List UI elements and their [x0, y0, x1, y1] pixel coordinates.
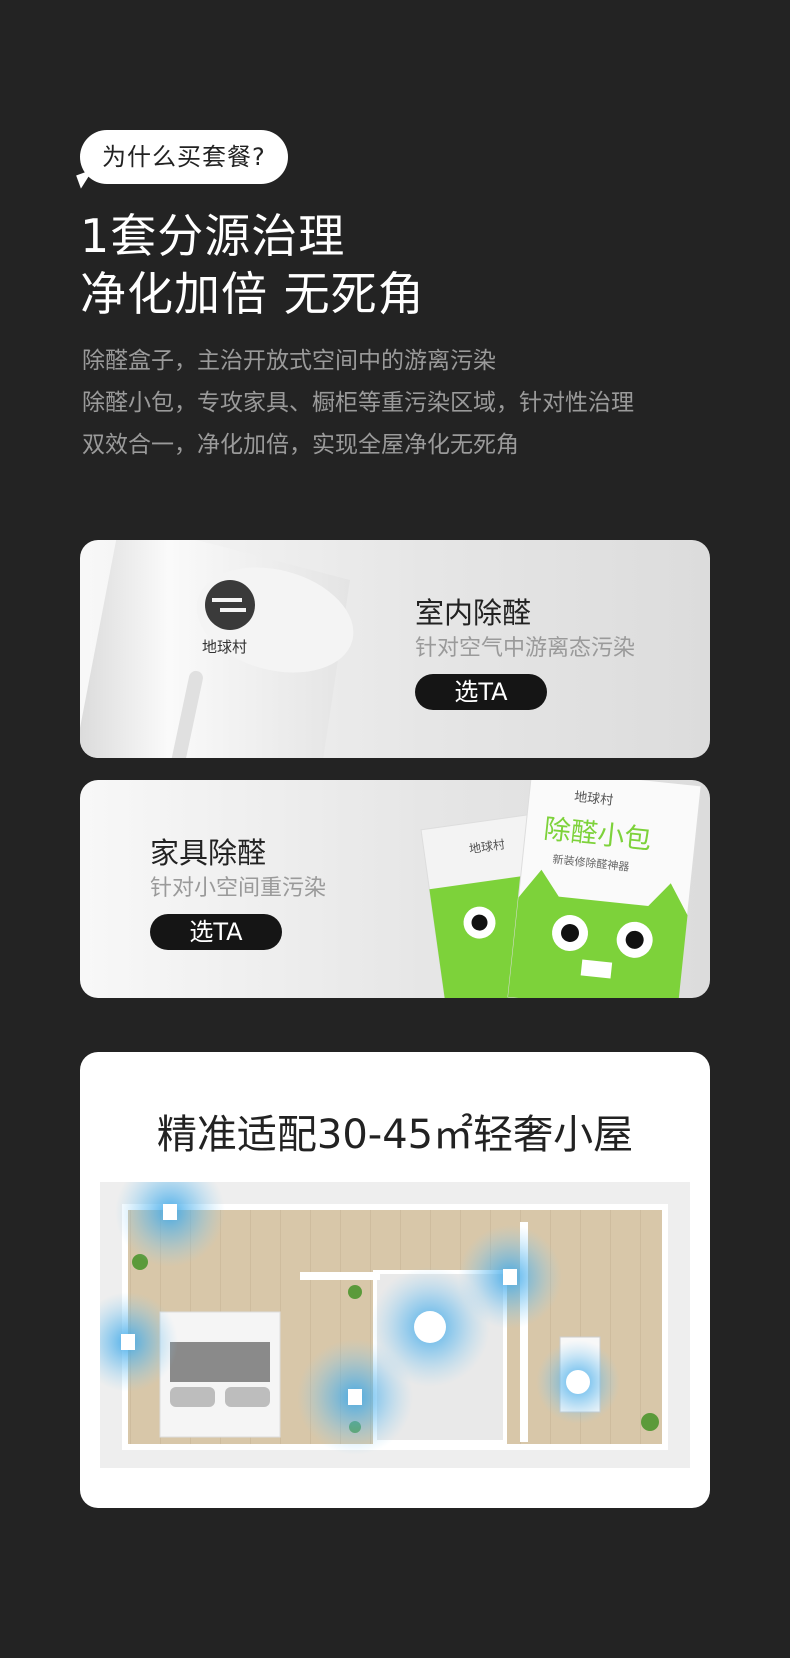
card-subtitle-indoor: 针对空气中游离态污染: [415, 636, 636, 661]
earth-logo-icon: [205, 580, 255, 630]
question-text: 为什么买套餐?: [102, 143, 266, 171]
headline-line1: 1套分源治理: [80, 209, 346, 263]
product-card-box[interactable]: 地球村 室内除醛 针对空气中游离态污染 选TA: [80, 540, 710, 758]
purifier-box-image: 地球村: [80, 540, 354, 758]
purifier-ripple-6: [297, 1339, 413, 1455]
card-title-indoor: 室内除醛: [415, 596, 532, 630]
select-button-indoor[interactable]: 选TA: [415, 674, 547, 710]
purifier-ripple-5: [536, 1340, 620, 1424]
card-title-furniture: 家具除醛: [150, 836, 267, 870]
card-subtitle-furniture: 针对小空间重污染: [150, 876, 327, 901]
select-button-furniture[interactable]: 选TA: [150, 914, 282, 950]
desc-line-1: 除醛盒子，主治开放式空间中的游离污染: [82, 348, 496, 374]
floor-plan-image: [100, 1182, 690, 1468]
desc-line-2: 除醛小包，专攻家具、橱柜等重污染区域，针对性治理: [82, 390, 634, 416]
description: 除醛盒子，主治开放式空间中的游离污染 除醛小包，专攻家具、橱柜等重污染区域，针对…: [82, 340, 634, 466]
floorplan-section: 精准适配30-45㎡轻奢小屋: [80, 1052, 710, 1508]
product-card-pack[interactable]: 家具除醛 针对小空间重污染 选TA 地球村 地球村 除醛小包 新装修除醛神器: [80, 780, 710, 998]
purifier-ripple-4: [458, 1225, 562, 1329]
formaldehyde-pack-image: 地球村 地球村 除醛小包 新装修除醛神器: [420, 780, 702, 998]
headline-line2: 净化加倍 无死角: [80, 267, 425, 321]
desc-line-3: 双效合一，净化加倍，实现全屋净化无死角: [82, 432, 519, 458]
section-title: 精准适配30-45㎡轻奢小屋: [156, 1112, 634, 1158]
question-bubble: 为什么买套餐?: [80, 130, 288, 184]
box-logo-text: 地球村: [202, 638, 247, 656]
